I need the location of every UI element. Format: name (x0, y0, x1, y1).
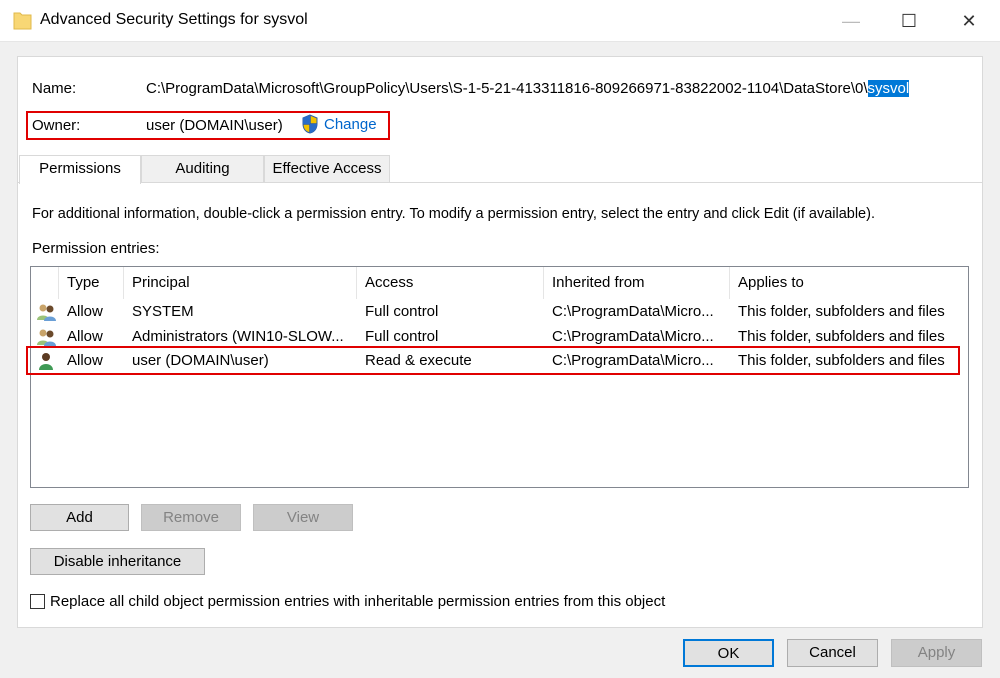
permission-entries-list[interactable]: Type Principal Access Inherited from App… (30, 266, 969, 488)
remove-button[interactable]: Remove (141, 504, 241, 531)
column-header-icon (31, 267, 59, 299)
path-selected: sysvol (867, 80, 910, 97)
group-icon (37, 304, 56, 321)
window-title: Advanced Security Settings for sysvol (40, 11, 308, 28)
cell-access: Full control (365, 327, 439, 345)
path-prefix: C:\ProgramData\Microsoft\GroupPolicy\Use… (146, 80, 868, 97)
cell-inherited: C:\ProgramData\Micro... (552, 327, 714, 345)
uac-shield-icon (302, 114, 318, 134)
cell-applies: This folder, subfolders and files (738, 303, 945, 320)
ok-button[interactable]: OK (683, 639, 774, 667)
cell-principal: Administrators (WIN10-SLOW... (132, 327, 344, 345)
replace-child-label[interactable]: Replace all child object permission entr… (50, 593, 665, 610)
disable-inheritance-button[interactable]: Disable inheritance (30, 548, 205, 575)
column-header-inherited-from[interactable]: Inherited from (544, 267, 730, 299)
title-bar: Advanced Security Settings for sysvol — … (0, 0, 1000, 42)
owner-label: Owner: (32, 117, 81, 134)
permission-entry-row[interactable]: Allow Administrators (WIN10-SLOW... Full c… (31, 325, 968, 349)
column-header-principal[interactable]: Principal (124, 267, 357, 299)
close-button[interactable]: ✕ (946, 6, 992, 36)
column-header-access[interactable]: Access (357, 267, 544, 299)
cancel-button[interactable]: Cancel (787, 639, 878, 667)
tab-auditing[interactable]: Auditing (141, 155, 264, 183)
change-owner-link[interactable]: Change (324, 116, 377, 133)
tab-permissions[interactable]: Permissions (19, 155, 141, 184)
name-label: Name: (32, 80, 77, 97)
replace-child-checkbox[interactable] (30, 594, 45, 609)
folder-icon (13, 12, 32, 30)
name-path[interactable]: C:\ProgramData\Microsoft\GroupPolicy\Use… (146, 80, 910, 97)
permission-entries-label: Permission entries: (32, 240, 160, 257)
info-text: For additional information, double-click… (32, 206, 875, 222)
maximize-button[interactable]: ☐ (886, 6, 932, 36)
column-header-applies-to[interactable]: Applies to (730, 267, 968, 299)
apply-button[interactable]: Apply (891, 639, 982, 667)
owner-value: user (DOMAIN\user) (146, 117, 283, 134)
row-highlight (26, 346, 960, 375)
add-button[interactable]: Add (30, 504, 129, 531)
cell-inherited: C:\ProgramData\Micro... (552, 303, 714, 320)
column-header-type[interactable]: Type (59, 267, 124, 299)
cell-principal: SYSTEM (132, 303, 194, 320)
tab-effective-access[interactable]: Effective Access (264, 155, 390, 183)
cell-access: Full control (365, 303, 439, 320)
minimize-button[interactable]: — (828, 6, 874, 36)
view-button[interactable]: View (253, 504, 353, 531)
group-icon (37, 329, 56, 346)
permission-entry-row[interactable]: Allow SYSTEM Full control C:\ProgramData\Mi… (31, 300, 968, 324)
cell-type: Allow (67, 303, 103, 320)
cell-applies: This folder, subfolders and files (738, 327, 945, 345)
cell-type: Allow (67, 327, 103, 345)
